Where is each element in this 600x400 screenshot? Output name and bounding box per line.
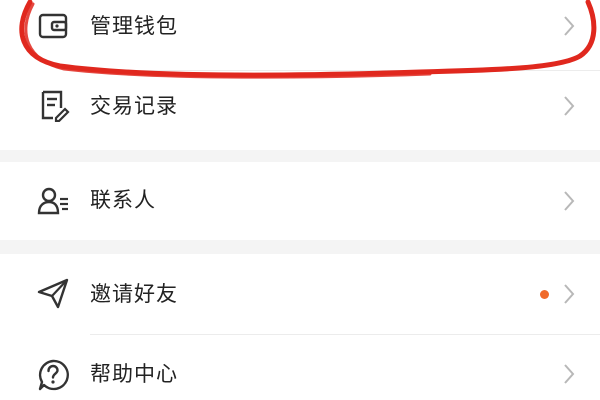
menu-group-contacts: 联系人 [0,162,600,240]
menu-item-label: 联系人 [90,188,156,212]
menu-item-manage-wallet[interactable]: 管理钱包 [0,0,600,70]
chevron-right-icon [562,282,576,306]
menu-item-label: 管理钱包 [90,14,178,38]
menu-item-help-center[interactable]: 帮助中心 [0,334,600,400]
contacts-icon [36,184,70,218]
transaction-record-icon [36,88,70,122]
notification-dot [540,290,549,299]
help-icon [36,358,70,392]
menu-item-transaction-history[interactable]: 交易记录 [0,70,600,150]
chevron-right-icon [562,94,576,118]
paper-plane-icon [36,276,70,310]
menu-item-label: 交易记录 [90,94,178,118]
chevron-right-icon [562,189,576,213]
menu-group-wallet: 管理钱包 交易记录 [0,0,600,150]
wallet-icon [36,9,70,43]
menu-item-contacts[interactable]: 联系人 [0,162,600,240]
menu-group-social: 邀请好友 帮助中心 [0,254,600,400]
menu-item-label: 邀请好友 [90,282,178,306]
chevron-right-icon [562,14,576,38]
chevron-right-icon [562,362,576,386]
menu-item-invite-friends[interactable]: 邀请好友 [0,254,600,334]
menu-item-label: 帮助中心 [90,362,178,386]
settings-screen: 管理钱包 交易记录 联系人 邀请好友 帮助中心 [0,0,600,400]
